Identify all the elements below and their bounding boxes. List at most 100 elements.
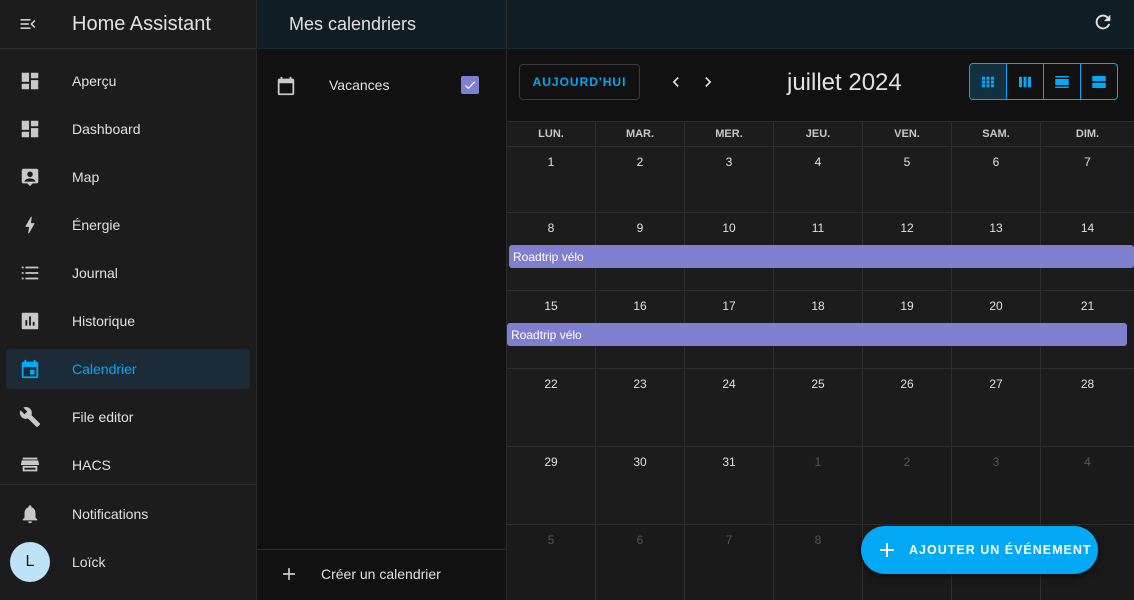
- user-name: Loïck: [72, 554, 106, 570]
- week-row: 8 9 10 11 12 13 14 Roadtrip vélo: [507, 213, 1134, 291]
- create-calendar-button[interactable]: Créer un calendrier: [257, 549, 506, 600]
- list-icon: [8, 262, 52, 284]
- app-title: Home Assistant: [72, 12, 211, 35]
- day-cell[interactable]: 23: [596, 369, 685, 446]
- prev-month-button[interactable]: [664, 70, 688, 94]
- calendar-controls: AUJOURD'HUI juillet 2024: [507, 49, 1134, 121]
- day-number: 31: [722, 455, 736, 469]
- weekday-label: DIM.: [1075, 128, 1100, 140]
- top-bar: [507, 0, 1134, 49]
- day-cell[interactable]: 6: [596, 525, 685, 600]
- day-cell[interactable]: 1: [774, 447, 863, 524]
- sidebar-item-label: Journal: [72, 265, 118, 281]
- day-number: 19: [900, 299, 914, 313]
- sidebar-item-notifications[interactable]: Notifications: [6, 494, 250, 534]
- day-cell[interactable]: 25: [774, 369, 863, 446]
- weekday-label: VEN.: [863, 122, 952, 146]
- day-number: 21: [1080, 299, 1095, 313]
- day-cell[interactable]: 5: [863, 147, 952, 212]
- sidebar-item-dashboard[interactable]: Dashboard: [6, 109, 250, 149]
- sidebar-item-label: Dashboard: [72, 121, 141, 137]
- day-cell[interactable]: 6: [952, 147, 1041, 212]
- store-icon: [8, 454, 52, 476]
- next-month-button[interactable]: [696, 70, 720, 94]
- account-box-icon: [8, 166, 52, 188]
- sidebar-item-energie[interactable]: Énergie: [6, 205, 250, 245]
- plus-icon: [875, 538, 899, 567]
- day-number: 1: [814, 455, 822, 469]
- sidebar-item-apercu[interactable]: Aperçu: [6, 61, 250, 101]
- sidebar-item-calendrier[interactable]: Calendrier: [6, 349, 250, 389]
- day-cell[interactable]: 8: [774, 525, 863, 600]
- view-month-button[interactable]: [970, 64, 1007, 99]
- bar-chart-icon: [8, 310, 52, 332]
- day-cell[interactable]: 24: [685, 369, 774, 446]
- sidebar-item-hacs[interactable]: HACS: [6, 445, 250, 485]
- refresh-button[interactable]: [1092, 11, 1114, 38]
- sidebar-item-journal[interactable]: Journal: [6, 253, 250, 293]
- view-module-icon: [982, 76, 994, 87]
- day-cell[interactable]: 1: [507, 147, 596, 212]
- day-number: 8: [547, 221, 555, 235]
- day-number: 2: [903, 455, 911, 469]
- sidebar-item-label: HACS: [72, 457, 111, 473]
- day-number: 27: [989, 377, 1003, 391]
- today-button[interactable]: AUJOURD'HUI: [519, 64, 640, 100]
- sidebar-item-label: Calendrier: [72, 361, 137, 377]
- view-day-button[interactable]: [1044, 64, 1081, 99]
- day-number: 6: [636, 533, 644, 547]
- view-week-icon: [1019, 76, 1031, 87]
- day-number: 4: [1084, 455, 1091, 469]
- month-title: juillet 2024: [787, 69, 902, 96]
- day-cell[interactable]: 31: [685, 447, 774, 524]
- day-number: 29: [544, 455, 558, 469]
- day-cell[interactable]: 7: [685, 525, 774, 600]
- day-cell[interactable]: 22: [507, 369, 596, 446]
- day-number: 17: [722, 299, 736, 313]
- day-cell[interactable]: 29: [507, 447, 596, 524]
- weekday-label: MER.: [685, 122, 774, 146]
- day-number: 2: [636, 155, 644, 169]
- day-cell[interactable]: 2: [596, 147, 685, 212]
- view-week-button[interactable]: [1007, 64, 1044, 99]
- day-cell[interactable]: 3: [952, 447, 1041, 524]
- sidebar-item-label: Notifications: [72, 506, 149, 522]
- day-cell[interactable]: 5: [507, 525, 596, 600]
- add-event-label: AJOUTER UN ÉVÉNEMENT: [909, 543, 1092, 557]
- menu-collapse-button[interactable]: [0, 0, 56, 48]
- view-day-icon: [1055, 75, 1069, 88]
- calendar-main: AUJOURD'HUI juillet 2024 LUN. MAR. MER. …: [507, 0, 1134, 600]
- day-cell[interactable]: 30: [596, 447, 685, 524]
- day-cell[interactable]: 4: [1041, 447, 1134, 524]
- sidebar-item-label: File editor: [72, 409, 134, 425]
- sidebar-nav: Aperçu Dashboard Map Énergie Journal His…: [0, 49, 256, 485]
- add-event-button[interactable]: AJOUTER UN ÉVÉNEMENT: [861, 526, 1098, 574]
- week-row: 22 23 24 25 26 27 28: [507, 369, 1134, 447]
- week-row: 15 16 17 18 19 20 21 Roadtrip vélo: [507, 291, 1134, 369]
- calendar-visibility-checkbox[interactable]: [461, 76, 479, 94]
- day-number: 9: [636, 221, 644, 235]
- day-cell[interactable]: 26: [863, 369, 952, 446]
- chevron-right-icon: [705, 77, 712, 87]
- day-cell[interactable]: 28: [1041, 369, 1134, 446]
- day-number: 25: [811, 377, 825, 391]
- calendar-icon: [8, 358, 52, 380]
- plus-icon: [279, 564, 299, 589]
- day-cell[interactable]: 2: [863, 447, 952, 524]
- weekday-label: MAR.: [596, 122, 685, 146]
- day-cell[interactable]: 27: [952, 369, 1041, 446]
- day-number: 15: [544, 299, 558, 313]
- sidebar-item-user[interactable]: L Loïck: [6, 542, 250, 582]
- sidebar-item-historique[interactable]: Historique: [6, 301, 250, 341]
- calendar-event[interactable]: Roadtrip vélo: [507, 323, 1127, 346]
- sidebar-item-map[interactable]: Map: [6, 157, 250, 197]
- day-cell[interactable]: 7: [1041, 147, 1134, 212]
- day-cell[interactable]: 3: [685, 147, 774, 212]
- day-cell[interactable]: 4: [774, 147, 863, 212]
- sidebar-item-file-editor[interactable]: File editor: [6, 397, 250, 437]
- day-number: 3: [992, 455, 1000, 469]
- view-list-button[interactable]: [1081, 64, 1117, 99]
- week-row: 29 30 31 1 2 3 4: [507, 447, 1134, 525]
- week-row: 1 2 3 4 5 6 7: [507, 147, 1134, 213]
- calendar-event[interactable]: Roadtrip vélo: [509, 245, 1134, 268]
